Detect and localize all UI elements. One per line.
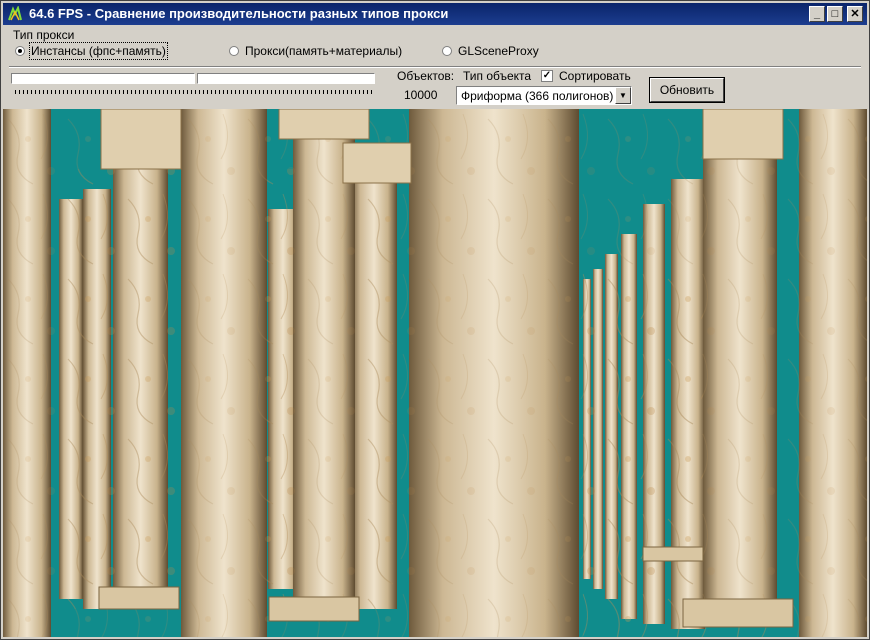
radio-empty-icon [442, 46, 452, 56]
radio-proxy[interactable]: Прокси(память+материалы) [229, 44, 402, 58]
3d-viewport[interactable] [3, 109, 867, 637]
trackbar-ticks [15, 90, 373, 94]
foreground-columns [3, 109, 867, 637]
radio-glsceneproxy-label: GLSceneProxy [458, 44, 539, 58]
radio-selected-icon [15, 46, 25, 56]
radio-instances[interactable]: Инстансы (фпс+память) [15, 42, 168, 60]
minimize-button[interactable]: _ [809, 6, 825, 22]
main-window: 64.6 FPS - Сравнение производительности … [0, 0, 870, 640]
radio-glsceneproxy[interactable]: GLSceneProxy [442, 44, 539, 58]
object-type-label: Тип объекта [463, 69, 532, 83]
radio-proxy-label: Прокси(память+материалы) [245, 44, 403, 58]
sort-label: Сортировать [559, 69, 631, 83]
app-icon [8, 6, 22, 21]
sort-checkbox[interactable]: ✓ Сортировать [541, 69, 631, 83]
objects-count: 10000 [404, 88, 438, 102]
title-bar[interactable]: 64.6 FPS - Сравнение производительности … [3, 3, 867, 25]
trackbar-left[interactable] [11, 73, 195, 84]
close-button[interactable]: ✕ [847, 6, 863, 22]
window-title: 64.6 FPS - Сравнение производительности … [29, 6, 449, 21]
checkmark-icon: ✓ [541, 70, 553, 82]
control-panel: Тип прокси Инстансы (фпс+память) Прокси(… [3, 27, 867, 109]
object-type-value: Фриформа (366 полигонов) [461, 89, 614, 103]
trackbar-right[interactable] [197, 73, 375, 84]
radio-instances-label: Инстансы (фпс+память) [29, 42, 168, 60]
maximize-button[interactable]: □ [827, 6, 843, 22]
dropdown-arrow-icon[interactable]: ▼ [615, 87, 631, 104]
refresh-button[interactable]: Обновить [650, 78, 724, 102]
radio-empty-icon [229, 46, 239, 56]
object-type-select[interactable]: Фриформа (366 полигонов) ▼ [456, 86, 632, 105]
columns-scene [3, 109, 867, 637]
separator [9, 66, 861, 68]
proxy-type-label: Тип прокси [13, 28, 75, 42]
objects-label: Объектов: [397, 69, 455, 83]
